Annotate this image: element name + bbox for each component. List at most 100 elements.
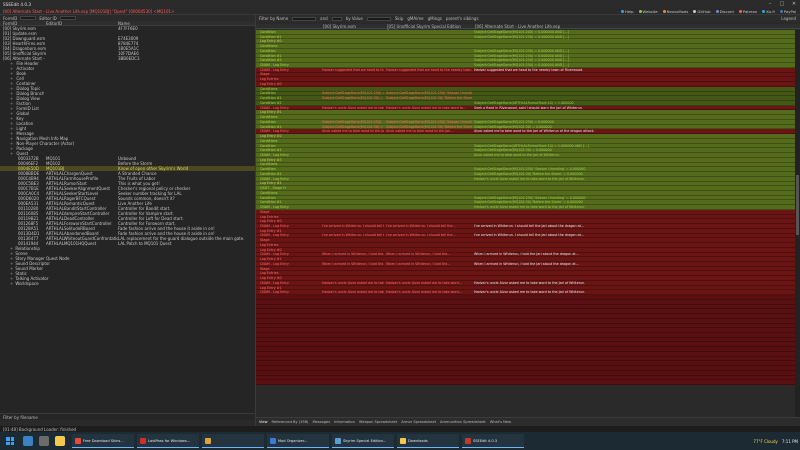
close-icon[interactable]: ✕	[788, 0, 800, 8]
editor-filter-input[interactable]	[59, 16, 76, 20]
view-tabs: View Referenced By (358) Messages Informati…	[256, 417, 800, 426]
taskbar-app-5[interactable]: Downloads	[397, 434, 459, 448]
top-link-4[interactable]: Discord	[715, 9, 734, 14]
value-alternate-start: I've arrived in Whiterun. I should tell …	[474, 233, 585, 238]
top-link-3[interactable]: GitHub	[693, 9, 711, 14]
record-view-pane: Filter by Name and by Value Skip gMAime …	[256, 15, 800, 426]
app-title-bar: SSEEdit 4.0.3 – □ ✕	[0, 0, 800, 8]
view-row-label: Condition	[260, 195, 276, 200]
tab-6[interactable]: Ammunition Spreadsheet	[440, 420, 486, 424]
filter-name-label: Filter by Name	[259, 16, 289, 21]
tab-4[interactable]: Weapon Spreadsheet	[359, 420, 397, 424]
filename-filter[interactable]: Filter by filename	[0, 413, 255, 420]
column-name[interactable]: Name	[118, 21, 255, 26]
taskbar-app-label: Skyrim Special Edition...	[343, 438, 387, 443]
view-row-label: Log Entry #4	[260, 181, 282, 186]
taskbar-app-4[interactable]: Skyrim Special Edition...	[332, 434, 394, 448]
view-row-label: Log Entry #3	[260, 157, 282, 162]
expand-icon[interactable]: +	[10, 281, 13, 286]
view-row-label: Log Entry #1	[260, 285, 282, 290]
filter-value-input[interactable]	[366, 16, 391, 21]
value-alternate-start: Subject:GetStageDone(MQ101:250) 'Season …	[474, 167, 586, 172]
value-alternate-start: Subject:GetStageDone(MQ101:200) = 0.0000…	[474, 30, 569, 34]
skip-checkbox-1[interactable]: gMAime	[407, 16, 423, 21]
top-link-label: Discord	[719, 9, 734, 14]
top-link-5[interactable]: Patreon	[738, 9, 757, 14]
top-link-icon	[779, 10, 783, 13]
maximize-icon[interactable]: □	[776, 0, 788, 8]
value-ussep: I've arrived in Whiterun. I should tell …	[386, 223, 456, 228]
taskbar-app-1[interactable]: LastPass for Windows...	[137, 434, 199, 448]
group-label: Worldspace	[15, 281, 39, 286]
file-explorer-icon[interactable]	[55, 436, 65, 446]
view-row-label: Condition #2	[260, 58, 282, 63]
navigation-pane: FormID Editor ID FormID EditorID Name [0…	[0, 15, 256, 426]
value-ussep: Hadvar's uncle Alvor asked me to take wo…	[386, 280, 462, 285]
value-alternate-start: Subject:GetStageDone(MQ102:30) = 0.00000…	[474, 148, 552, 153]
taskbar-app-label: LastPass for Windows...	[148, 438, 191, 443]
value-alternate-start: When I arrived in Whiterun, I told the J…	[474, 261, 579, 266]
and-label: and	[320, 16, 328, 21]
view-scrollbar-thumb[interactable]	[796, 175, 799, 235]
taskbar-app-2[interactable]	[202, 434, 264, 448]
tab-0[interactable]: View	[259, 420, 268, 424]
top-link-2[interactable]: NexusMods	[662, 9, 688, 14]
tab-7[interactable]: What's New	[490, 420, 511, 424]
tab-1[interactable]: Referenced By (358)	[272, 420, 309, 424]
column-editorid[interactable]: EditorID	[46, 21, 118, 26]
view-row-label: Log Entry #1	[260, 257, 282, 262]
value-alternate-start: Subject:GetStageDone(MQ102:30) 'Before t…	[474, 200, 583, 205]
column-ussep[interactable]: [05] Unofficial Skyrim Special Edition P…	[384, 24, 472, 34]
legend-button[interactable]: Legend	[781, 16, 796, 21]
column-formid[interactable]: FormID	[0, 21, 46, 26]
view-row-label: Log Entry #1	[260, 110, 282, 115]
value-alternate-start: Subject:GetStageDone(ARTHLALRumorStart:1…	[474, 100, 574, 105]
taskbar-app-6[interactable]: SSEEdit 4.0.3	[462, 434, 524, 448]
group-row[interactable]: + Worldspace	[0, 281, 255, 286]
start-button[interactable]	[0, 432, 20, 450]
value-alternate-start: Hadvar's uncle Alvor asked me to take wo…	[474, 280, 586, 285]
value-alternate-start: When I arrived in Whiterun, I told the J…	[474, 252, 579, 257]
top-link-icon	[738, 10, 742, 13]
weather-widget[interactable]: 77°F Cloudy	[753, 439, 777, 444]
top-link-1[interactable]: Website	[638, 9, 658, 14]
taskbar-app-3[interactable]: Mod Organizer...	[267, 434, 329, 448]
view-row-label: Stage	[260, 266, 270, 271]
view-row-label: Condition #1	[260, 124, 282, 129]
skip-checkbox-3[interactable]: parent's siblings	[446, 16, 479, 21]
formid-filter-input[interactable]	[20, 16, 37, 20]
minimize-icon[interactable]: –	[764, 0, 776, 8]
top-link-0[interactable]: Help	[620, 9, 634, 14]
search-icon[interactable]	[23, 436, 33, 446]
view-row-label: Log Entry #0	[260, 39, 282, 44]
tab-3[interactable]: Information	[334, 420, 355, 424]
record-tree[interactable]: [00] Skyrim.esm 4F7FF6E0 [01] Update.esm [0…	[0, 26, 255, 413]
quest-row-cell: LAL Patch to MQ101 Quest	[118, 241, 172, 246]
view-row-label: Log Entry #0	[260, 247, 282, 252]
column-alternate-start[interactable]: [06] Alternate Start - Live Another Life…	[472, 24, 800, 29]
top-link-7[interactable]: PayPal	[779, 9, 796, 14]
column-skyrim[interactable]: [00] Skyrim.esm	[320, 24, 384, 29]
top-link-6[interactable]: Ko-fi	[762, 9, 775, 14]
view-row-label: CNAM - Log Entry	[260, 152, 289, 157]
value-alternate-start: Subject:GetStageDone(MQ102:30) 'Before t…	[474, 171, 583, 176]
and-select[interactable]	[331, 16, 342, 21]
filter-name-input[interactable]	[292, 16, 317, 21]
value-ussep: Subject:GetStageDone(MQ101:250) 'Season …	[386, 91, 472, 96]
taskbar-app-label: Mod Organizer...	[278, 438, 308, 443]
column-label	[256, 24, 320, 28]
skip-checkbox-2[interactable]: gMings	[428, 16, 442, 21]
clock[interactable]: 7:11 PM	[782, 439, 798, 444]
value-skyrim: Alvor asked me to take word to the Jarl.…	[322, 129, 384, 134]
tab-5[interactable]: Armor Spreadsheet	[401, 420, 436, 424]
view-row-label: Log Entries	[260, 242, 279, 247]
value-alternate-start: Hadvar's uncle Alvor asked me to take wo…	[474, 205, 586, 210]
record-view-grid[interactable]: Condition Subject:GetStageDone(MQ101:200)…	[256, 30, 800, 417]
tab-2[interactable]: Messages	[312, 420, 330, 424]
windows-logo-icon	[6, 437, 14, 445]
value-alternate-start: Alvor asked me to take word to the Jarl …	[474, 152, 560, 157]
value-alternate-start: Seek a fixed in Riverwood, said I should…	[474, 105, 583, 110]
task-view-icon[interactable]	[39, 436, 49, 446]
view-row[interactable]	[256, 380, 800, 386]
taskbar-app-0[interactable]: Free Download Skins...	[72, 434, 134, 448]
